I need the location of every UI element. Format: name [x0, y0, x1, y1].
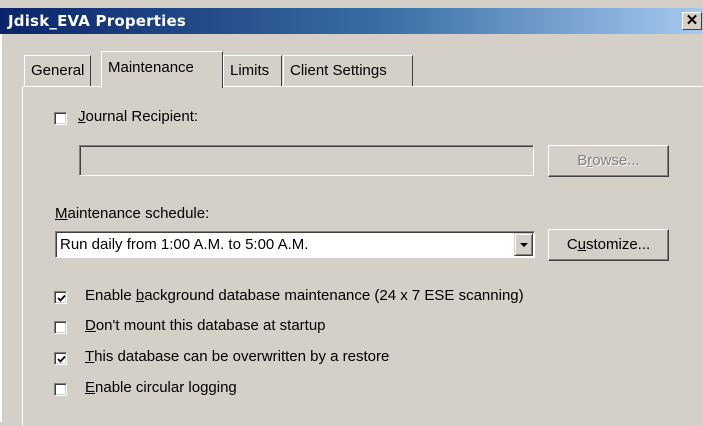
tab-label: Maintenance [108, 59, 194, 76]
maintenance-panel [22, 86, 703, 426]
tab-maintenance[interactable]: Maintenance [101, 51, 223, 88]
dialog-border [0, 34, 2, 422]
tab-label: General [31, 62, 85, 79]
tab-limits[interactable]: Limits [223, 55, 282, 87]
tab-label: Client Settings [290, 62, 387, 79]
title-bar: Jdisk_EVA Properties ✕ [0, 8, 703, 34]
close-button[interactable]: ✕ [682, 12, 702, 30]
close-icon: ✕ [685, 12, 699, 29]
tab-client-settings[interactable]: Client Settings [283, 55, 413, 87]
window-title: Jdisk_EVA Properties [8, 12, 186, 30]
tab-general[interactable]: General [24, 55, 92, 87]
tab-label: Limits [230, 62, 270, 79]
